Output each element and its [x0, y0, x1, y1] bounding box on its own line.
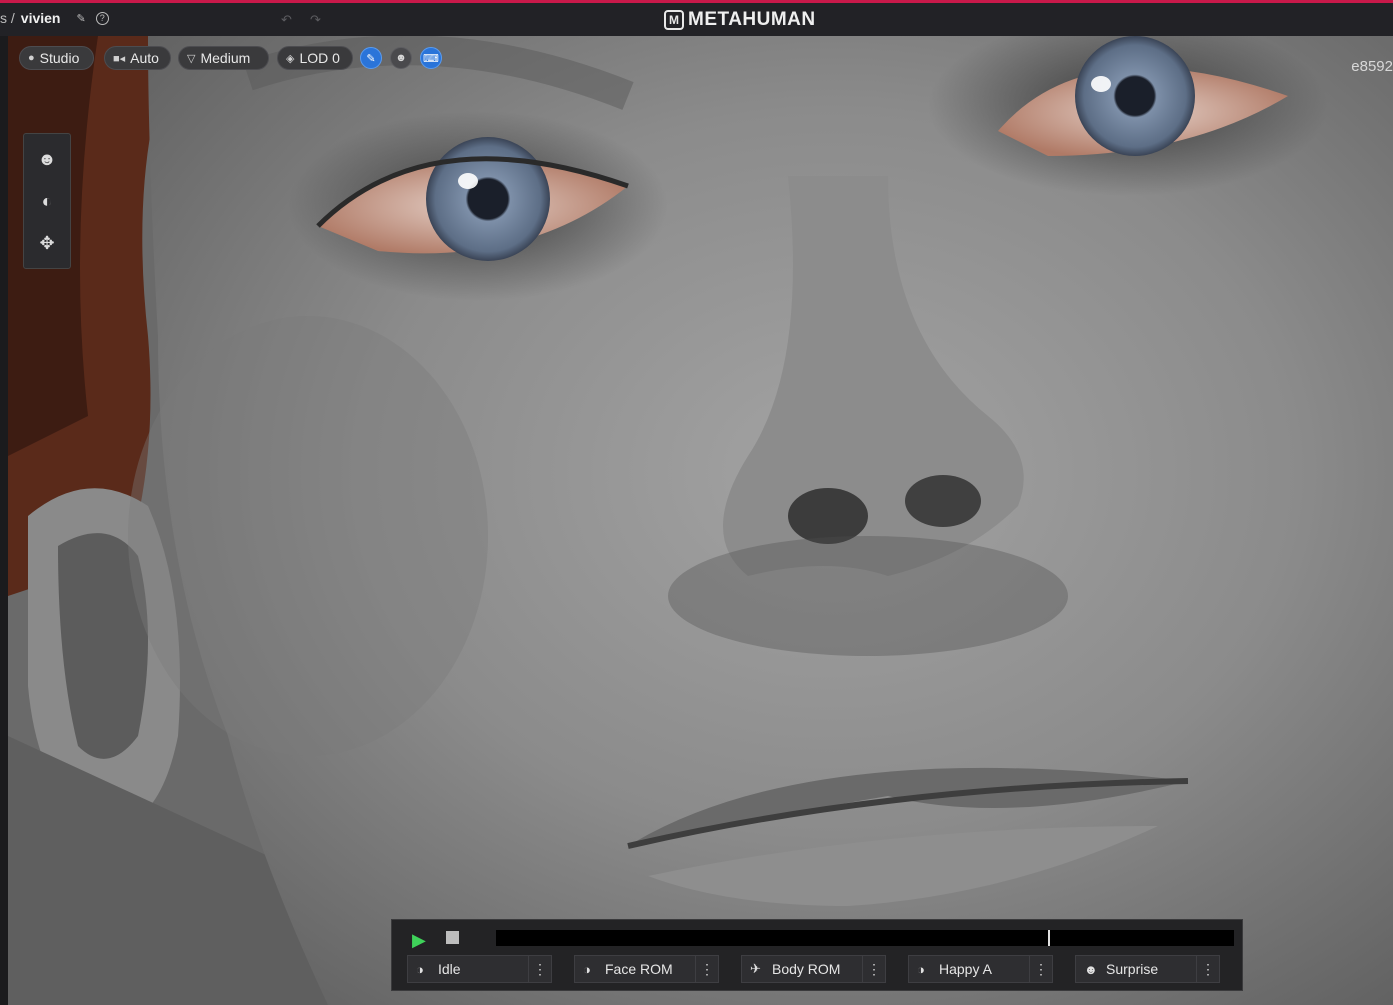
face-anim-icon: ◑	[583, 961, 591, 977]
camera-label: Auto	[130, 50, 159, 66]
camera-icon: ■◂	[113, 52, 126, 65]
animation-player: ▶ ◑ Idle ⋮ ◑ Face ROM ⋮ ✈ Body ROM ⋮ ◑ H…	[391, 919, 1243, 991]
breadcrumb-prefix[interactable]: s /	[0, 10, 15, 26]
undo-icon[interactable]: ↶	[281, 12, 292, 28]
camera-chip[interactable]: ■◂ Auto	[104, 46, 171, 70]
cube-icon: ◈	[286, 52, 295, 65]
more-options-icon[interactable]: ⋮	[1029, 956, 1052, 982]
anim-body-rom-button[interactable]: ✈ Body ROM ⋮	[741, 955, 886, 983]
more-options-icon[interactable]: ⋮	[695, 956, 718, 982]
lod-label: LOD 0	[299, 50, 340, 66]
anim-label: Happy A	[939, 961, 992, 977]
redo-icon[interactable]: ↷	[310, 12, 321, 28]
running-icon: ✈	[750, 961, 761, 976]
timeline-scrubber[interactable]	[496, 930, 1234, 946]
anim-label: Idle	[438, 961, 461, 977]
help-icon[interactable]: ?	[95, 11, 109, 25]
more-options-icon[interactable]: ⋮	[528, 956, 551, 982]
anim-idle-button[interactable]: ◑ Idle ⋮	[407, 955, 552, 983]
hash-label: e8592	[1351, 58, 1393, 75]
quality-label: Medium	[200, 50, 251, 66]
skull-icon[interactable]: ☻	[390, 47, 412, 69]
face-anim-icon: ◑	[917, 961, 925, 977]
top-bar: s / vivien ✎ ? ↶ ↷ M METAHUMAN	[0, 0, 1393, 36]
pencil-icon[interactable]: ✎	[76, 12, 85, 25]
anim-surprise-button[interactable]: ☻ Surprise ⋮	[1075, 955, 1220, 983]
quality-chip[interactable]: ▽ Medium	[178, 46, 269, 70]
anim-label: Face ROM	[605, 961, 673, 977]
sculpt-icon[interactable]: ◐	[42, 191, 53, 212]
move-icon[interactable]: ✥	[39, 233, 54, 254]
animation-presets: ◑ Idle ⋮ ◑ Face ROM ⋮ ✈ Body ROM ⋮ ◑ Hap…	[407, 955, 1220, 983]
lod-chip[interactable]: ◈ LOD 0	[277, 46, 353, 70]
face-render	[8, 36, 1393, 1005]
face-anim-icon: ◑	[416, 961, 424, 977]
head-icon[interactable]: ☻	[38, 149, 57, 170]
keyboard-icon[interactable]: ⌨	[420, 47, 442, 69]
lighting-chip[interactable]: ● Studio	[19, 46, 94, 70]
brand-name: METAHUMAN	[688, 9, 816, 30]
brush-icon[interactable]: ✎	[360, 47, 382, 69]
metahuman-logo-icon: M	[664, 10, 684, 30]
playhead[interactable]	[1048, 930, 1051, 946]
more-options-icon[interactable]: ⋮	[862, 956, 885, 982]
diamond-icon: ▽	[187, 52, 196, 65]
play-icon[interactable]: ▶	[412, 930, 426, 951]
anim-face-rom-button[interactable]: ◑ Face ROM ⋮	[574, 955, 719, 983]
anim-label: Surprise	[1106, 961, 1159, 977]
more-options-icon[interactable]: ⋮	[1196, 956, 1219, 982]
stop-icon[interactable]	[446, 931, 459, 944]
character-name: vivien	[20, 10, 61, 26]
brand-logo: M METAHUMAN	[664, 9, 816, 31]
light-bulb-icon: ●	[28, 52, 35, 64]
skull-icon: ☻	[1084, 961, 1098, 977]
lighting-label: Studio	[39, 50, 80, 66]
anim-label: Body ROM	[772, 961, 841, 977]
anim-happy-a-button[interactable]: ◑ Happy A ⋮	[908, 955, 1053, 983]
breadcrumb: s / vivien ✎ ?	[0, 10, 109, 26]
3d-viewport[interactable]: ● Studio ■◂ Auto ▽ Medium ◈ LOD 0 ✎ ☻ ⌨ …	[8, 36, 1393, 1005]
tool-panel: ☻ ◐ ✥	[23, 133, 71, 269]
